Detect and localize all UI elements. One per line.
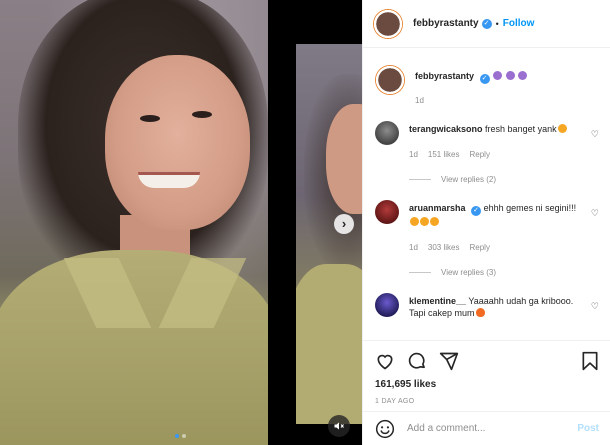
comment-text: fresh banget yank bbox=[485, 124, 557, 134]
share-icon[interactable] bbox=[439, 351, 459, 371]
comment-username[interactable]: klementine__ bbox=[409, 296, 466, 306]
comment-username[interactable]: terangwicaksono bbox=[409, 124, 483, 134]
caption: febbyrastanty ✓ 1d bbox=[375, 65, 599, 105]
avatar[interactable] bbox=[375, 293, 399, 317]
next-slide-preview[interactable] bbox=[296, 44, 362, 424]
author-username[interactable]: febbyrastanty bbox=[413, 18, 479, 29]
carousel-dot bbox=[182, 434, 186, 438]
comment-icon[interactable] bbox=[407, 351, 427, 371]
post-comment-button[interactable]: Post bbox=[577, 423, 599, 434]
comments-list[interactable]: febbyrastanty ✓ 1d terangwicaksono fresh… bbox=[363, 49, 610, 339]
heart-eyes-emoji-icon bbox=[410, 217, 419, 226]
view-replies-label: View replies (3) bbox=[441, 268, 496, 277]
carousel-dot-active bbox=[175, 434, 179, 438]
avatar[interactable] bbox=[375, 200, 399, 224]
like-comment-heart-icon[interactable]: ♡ bbox=[591, 129, 599, 140]
like-comment-heart-icon[interactable]: ♡ bbox=[591, 208, 599, 219]
view-replies-button[interactable]: View replies (2) bbox=[409, 175, 599, 184]
woman-emoji-icon bbox=[493, 71, 503, 80]
eye bbox=[192, 111, 212, 118]
post-media[interactable]: › bbox=[0, 0, 362, 445]
emoji-picker-icon[interactable] bbox=[375, 419, 395, 439]
comment-username[interactable]: aruanmarsha bbox=[409, 203, 466, 213]
reply-button[interactable]: Reply bbox=[469, 242, 489, 254]
comment-text: ehhh gemes ni segini!!! bbox=[483, 203, 577, 213]
likes-count[interactable]: 161,695 likes bbox=[375, 379, 599, 390]
carousel-indicator bbox=[175, 434, 186, 438]
heart-eyes-emoji-icon bbox=[420, 217, 429, 226]
view-replies-label: View replies (2) bbox=[441, 175, 496, 184]
heart-icon[interactable] bbox=[375, 351, 395, 371]
separator-dot: • bbox=[495, 18, 499, 29]
muted-speaker-icon bbox=[334, 422, 344, 430]
add-comment-bar: Add a comment... Post bbox=[363, 411, 610, 445]
comment-item: klementine__ Yaaaahh udah ga kribooo. Ta… bbox=[375, 293, 599, 319]
post-header: febbyrastanty ✓ • Follow bbox=[363, 0, 610, 48]
comment-time[interactable]: 1d bbox=[409, 149, 418, 161]
smile bbox=[138, 172, 200, 188]
avatar[interactable] bbox=[373, 8, 403, 39]
comment-item: aruanmarsha ✓ ehhh gemes ni segini!!! 1d… bbox=[375, 200, 599, 254]
avatar[interactable] bbox=[375, 121, 399, 145]
view-replies-button[interactable]: View replies (3) bbox=[409, 268, 599, 277]
chevron-right-icon: › bbox=[341, 216, 347, 231]
bookmark-icon[interactable] bbox=[581, 351, 599, 371]
eye bbox=[140, 115, 160, 122]
heart-eyes-emoji-icon bbox=[430, 217, 439, 226]
comment-likes[interactable]: 151 likes bbox=[428, 149, 460, 161]
comment-likes[interactable]: 303 likes bbox=[428, 242, 460, 254]
post-actions: 161,695 likes 1 DAY AGO bbox=[363, 340, 610, 405]
reply-button[interactable]: Reply bbox=[469, 149, 489, 161]
caption-time[interactable]: 1d bbox=[415, 96, 424, 105]
caption-username[interactable]: febbyrastanty bbox=[415, 71, 474, 81]
video-frame[interactable] bbox=[0, 0, 268, 445]
divider bbox=[409, 179, 431, 180]
verified-badge-icon: ✓ bbox=[471, 206, 482, 216]
carousel-next-button[interactable]: › bbox=[334, 214, 354, 234]
like-comment-heart-icon[interactable]: ♡ bbox=[591, 301, 599, 312]
comment-item: terangwicaksono fresh banget yank 1d 151… bbox=[375, 121, 599, 161]
woman-emoji-icon bbox=[505, 71, 515, 80]
post-date[interactable]: 1 DAY AGO bbox=[375, 398, 599, 405]
comment-time[interactable]: 1d bbox=[409, 242, 418, 254]
avatar[interactable] bbox=[375, 65, 405, 95]
add-comment-input[interactable]: Add a comment... bbox=[407, 423, 485, 434]
divider bbox=[409, 272, 431, 273]
woman-emoji-icon bbox=[518, 71, 528, 80]
mute-button[interactable] bbox=[328, 415, 350, 437]
post-side-panel: febbyrastanty ✓ • Follow febbyrastanty ✓… bbox=[362, 0, 610, 445]
fire-emoji-icon bbox=[475, 308, 485, 317]
verified-badge-icon: ✓ bbox=[481, 18, 492, 29]
face bbox=[105, 55, 250, 230]
verified-badge-icon: ✓ bbox=[479, 74, 490, 84]
follow-button[interactable]: Follow bbox=[503, 18, 535, 29]
heart-eyes-emoji-icon bbox=[557, 124, 567, 133]
shirt bbox=[296, 264, 362, 424]
